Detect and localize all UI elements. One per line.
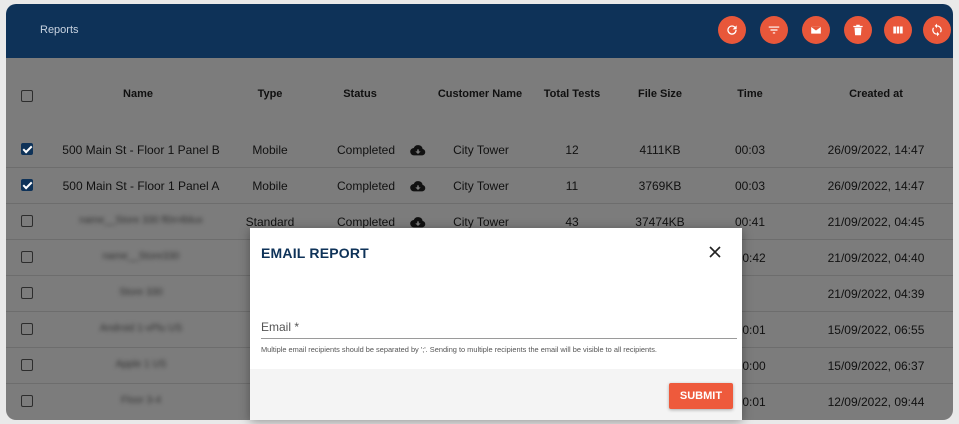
row-file-size: 37474KB <box>635 215 685 229</box>
row-checkbox[interactable] <box>21 179 33 191</box>
row-time: 00:41 <box>734 215 766 229</box>
column-header-created-at[interactable]: Created at <box>826 88 926 100</box>
refresh-icon <box>727 25 737 35</box>
top-bar: Reports <box>6 4 953 58</box>
page-title: Reports <box>40 24 79 36</box>
close-icon[interactable] <box>705 242 725 262</box>
row-status: Completed <box>336 215 396 229</box>
table-row[interactable]: 500 Main St - Floor 1 Panel A Mobile Com… <box>6 168 953 204</box>
filter-icon <box>768 26 780 34</box>
row-created-at: 21/09/2022, 04:40 <box>827 251 925 265</box>
cloud-download-icon[interactable] <box>410 216 426 228</box>
row-name: name__Store330 <box>102 251 180 262</box>
column-header-file-size[interactable]: File Size <box>624 88 696 100</box>
row-name: Floor 3-4 <box>120 395 161 406</box>
row-checkbox[interactable] <box>21 143 33 155</box>
row-created-at: 15/09/2022, 06:55 <box>827 323 925 337</box>
row-file-size: 4111KB <box>639 143 681 157</box>
email-field-label: Email * <box>261 320 300 334</box>
row-time: 00:03 <box>734 179 766 193</box>
cloud-download-icon[interactable] <box>410 144 426 156</box>
column-header-type[interactable]: Type <box>242 88 298 100</box>
sync-icon <box>932 23 942 37</box>
row-customer: City Tower <box>453 143 509 157</box>
row-created-at: 21/09/2022, 04:45 <box>827 215 925 229</box>
row-type: Mobile <box>252 179 288 193</box>
row-checkbox[interactable] <box>21 251 33 263</box>
table-header: Name Type Status Customer Name Total Tes… <box>6 58 953 134</box>
email-field[interactable] <box>261 314 737 339</box>
row-checkbox[interactable] <box>21 395 33 407</box>
row-status: Completed <box>336 179 396 193</box>
select-all-checkbox[interactable] <box>21 90 33 102</box>
row-created-at: 15/09/2022, 06:37 <box>827 359 925 373</box>
row-name: name__Store 330 fl0rr4blux <box>79 215 203 226</box>
row-time: 00:03 <box>734 143 766 157</box>
refresh-button[interactable] <box>718 16 746 44</box>
row-checkbox[interactable] <box>21 359 33 371</box>
columns-button[interactable] <box>884 16 912 44</box>
row-created-at: 26/09/2022, 14:47 <box>827 143 925 157</box>
row-type: Mobile <box>252 143 288 157</box>
row-checkbox[interactable] <box>21 287 33 299</box>
row-file-size: 3769KB <box>638 179 682 193</box>
dialog-footer: SUBMIT <box>250 369 742 420</box>
column-header-name[interactable]: Name <box>98 88 178 100</box>
email-hint-text: Multiple email recipients should be sepa… <box>261 345 657 354</box>
row-checkbox[interactable] <box>21 323 33 335</box>
column-header-customer[interactable]: Customer Name <box>430 88 530 100</box>
row-status: Completed <box>336 143 396 157</box>
delete-button[interactable] <box>844 16 872 44</box>
table-row[interactable]: 500 Main St - Floor 1 Panel B Mobile Com… <box>6 132 953 168</box>
row-customer: City Tower <box>453 215 509 229</box>
row-name: Store 330 <box>119 287 163 298</box>
cloud-download-icon[interactable] <box>410 180 426 192</box>
row-total-tests: 11 <box>565 179 579 193</box>
column-header-status[interactable]: Status <box>328 88 392 100</box>
row-checkbox[interactable] <box>21 215 33 227</box>
dialog-title: EMAIL REPORT <box>261 245 369 261</box>
email-report-dialog: EMAIL REPORT Email * Multiple email reci… <box>250 228 742 420</box>
filter-button[interactable] <box>760 16 788 44</box>
row-type: Standard <box>245 215 295 229</box>
row-name: Apple 1 US <box>115 359 167 370</box>
columns-icon <box>893 26 903 34</box>
submit-button[interactable]: SUBMIT <box>669 383 733 409</box>
row-total-tests: 12 <box>565 143 579 157</box>
mail-icon <box>810 25 822 35</box>
column-header-total-tests[interactable]: Total Tests <box>536 88 608 100</box>
row-created-at: 21/09/2022, 04:39 <box>827 287 925 301</box>
trash-icon <box>853 24 863 36</box>
row-created-at: 12/09/2022, 09:44 <box>827 395 925 409</box>
column-header-time[interactable]: Time <box>724 88 776 100</box>
row-name: Android 1-vPlu US <box>99 323 183 334</box>
row-created-at: 26/09/2022, 14:47 <box>827 179 925 193</box>
row-name: 500 Main St - Floor 1 Panel A <box>62 179 220 193</box>
row-total-tests: 43 <box>565 215 579 229</box>
sync-button[interactable] <box>923 16 951 44</box>
row-name: 500 Main St - Floor 1 Panel B <box>62 143 220 157</box>
row-customer: City Tower <box>453 179 509 193</box>
email-button[interactable] <box>802 16 830 44</box>
